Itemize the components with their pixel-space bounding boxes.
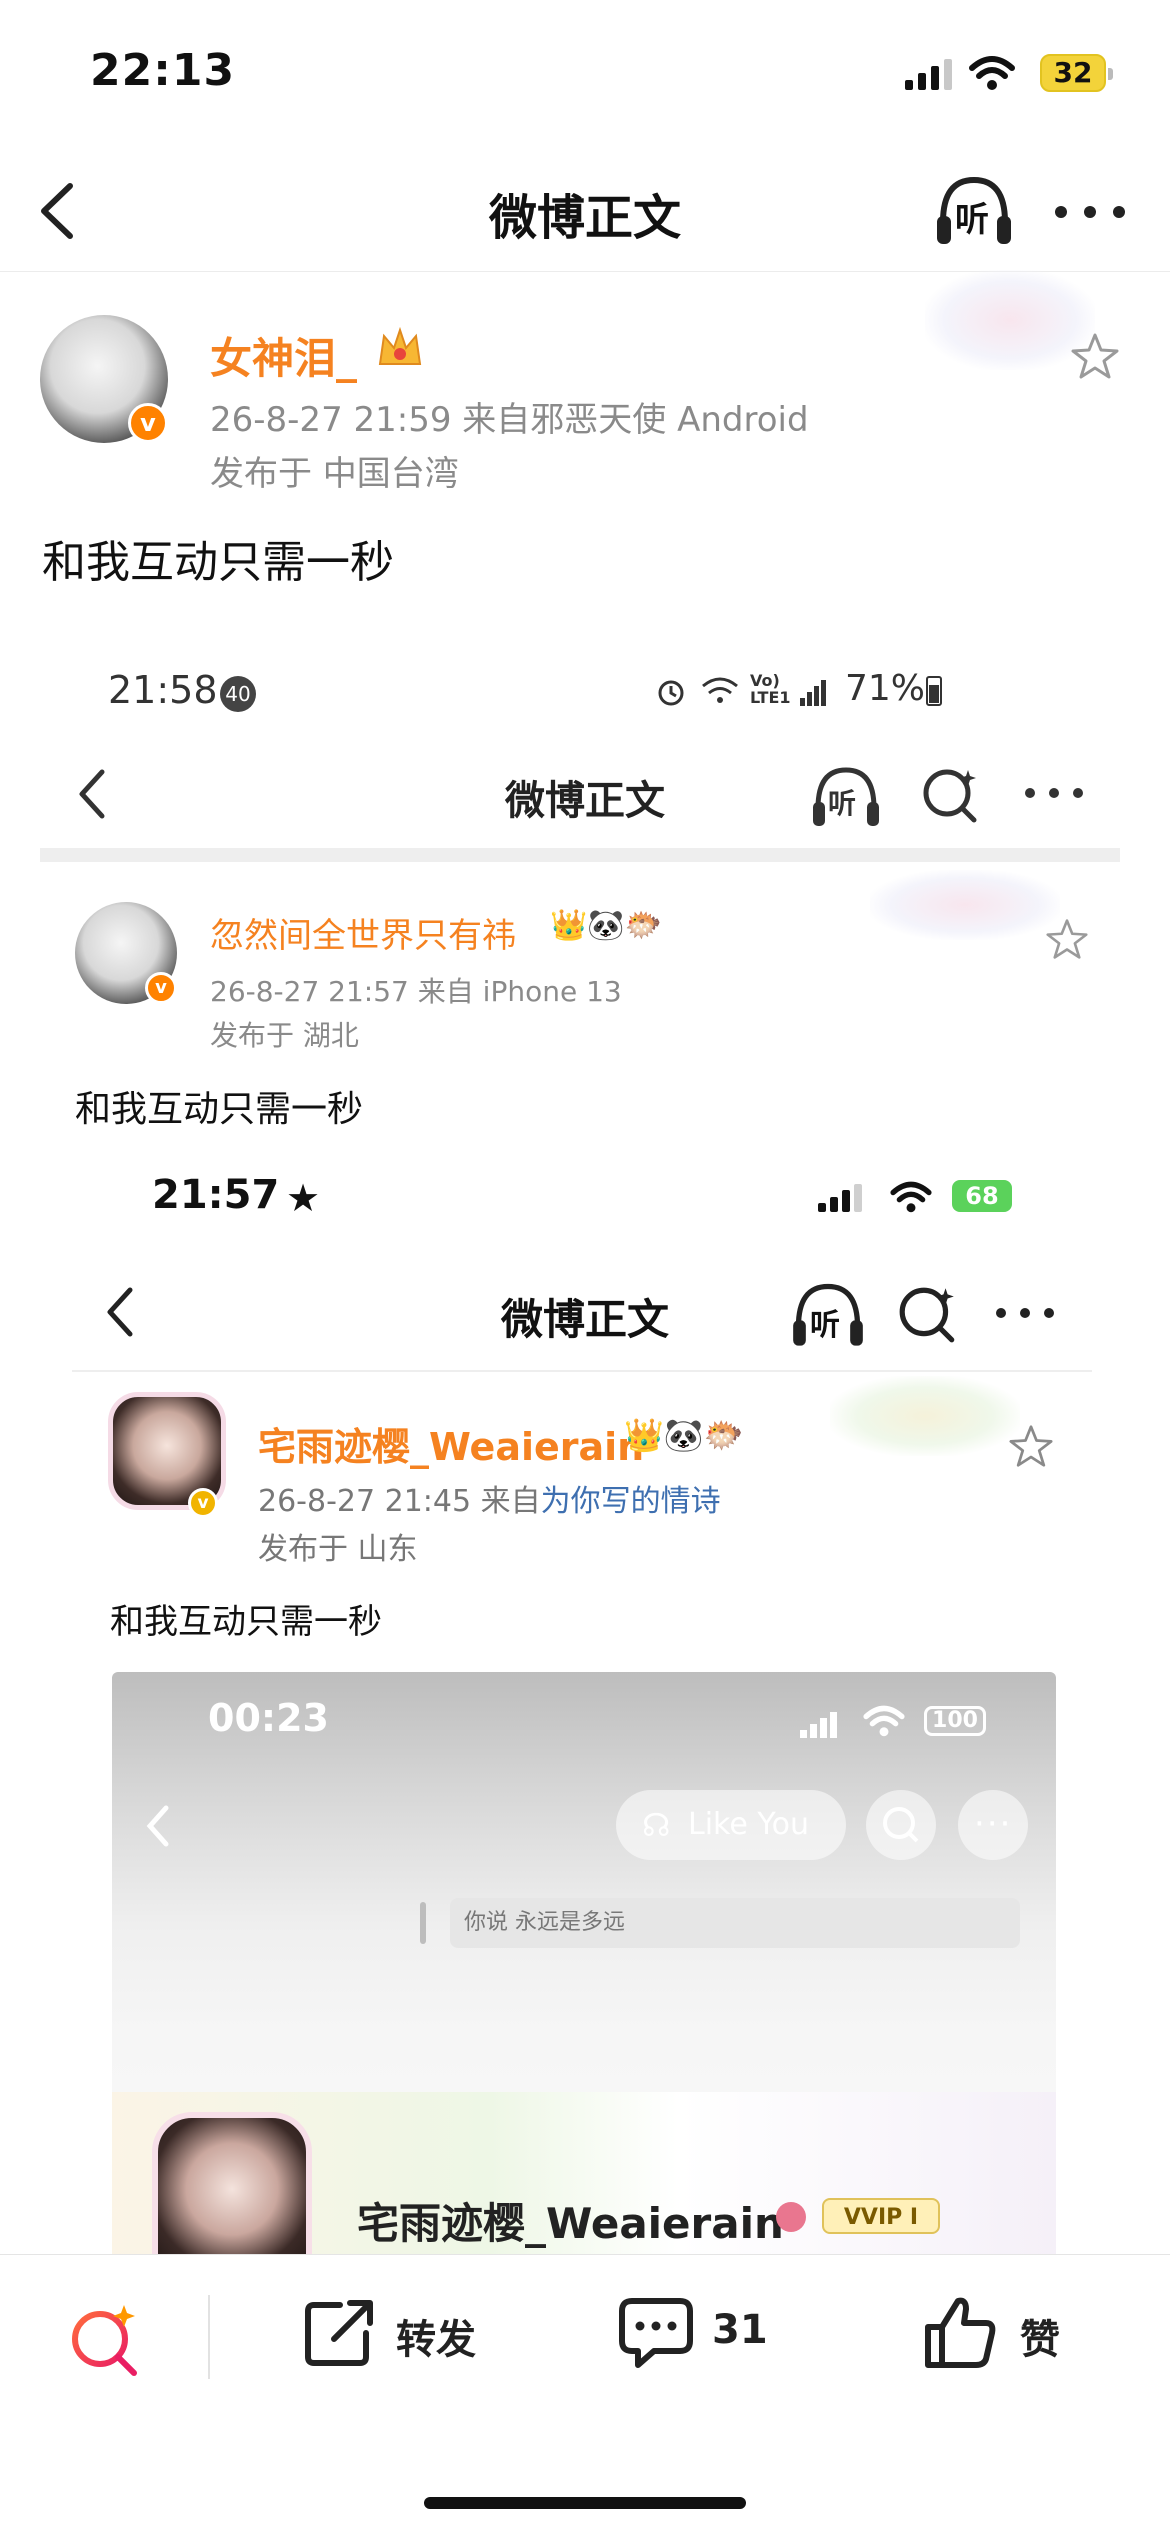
nested1-divider <box>40 848 1120 862</box>
post-body-text: 和我互动只需一秒 <box>42 537 394 588</box>
nested1-badge-icons: 👑🐼🐡 <box>550 908 663 943</box>
thumbs-up-icon <box>925 2297 996 2368</box>
nested1-notification-count: 40 <box>220 676 256 712</box>
cellular-signal-icon <box>905 59 955 90</box>
nested1-signal-icon <box>800 678 828 706</box>
video-battery: 100 <box>924 1706 986 1736</box>
nested2-meta-source: 为你写的情诗 <box>540 1484 721 1519</box>
nested1-star-icon <box>1046 919 1088 959</box>
nested2-badge-icons: 👑🐼🐡 <box>624 1416 744 1454</box>
nested2-meta-location: 发布于 山东 <box>258 1532 418 1567</box>
video-vip-badge: VVIP I <box>822 2198 940 2234</box>
nested2-username: 宅雨迹樱_Weaierain <box>258 1425 645 1469</box>
bottom-action-bar: 转发 31 赞 <box>0 2254 1170 2532</box>
nested1-card-decoration <box>870 870 1060 940</box>
nested1-meta-time-source: 26-8-27 21:57 来自 iPhone 13 <box>210 975 622 1008</box>
nested1-meta-location: 发布于 湖北 <box>210 1019 359 1052</box>
crown-badge-icon <box>378 326 422 365</box>
nested1-wifi-icon <box>702 677 738 703</box>
video-signal-icon <box>800 1710 840 1738</box>
nested1-username: 忽然间全世界只有祎 <box>210 916 516 956</box>
video-profile-avatar <box>152 2112 312 2272</box>
nested2-star-icon <box>1009 1425 1053 1467</box>
post-meta-location: 发布于 中国台湾 <box>210 454 459 494</box>
nested2-more-icon <box>996 1308 1056 1318</box>
nested1-listen-icon: 听 <box>810 762 882 832</box>
nested1-post-text: 和我互动只需一秒 <box>75 1089 364 1130</box>
video-profile-name: 宅雨迹樱_Weaierain <box>357 2199 784 2248</box>
video-more-circle-icon: ··· <box>958 1790 1028 1860</box>
status-time: 22:13 <box>90 45 236 96</box>
video-status-time: 00:23 <box>208 1696 329 1740</box>
super-search-icon[interactable] <box>66 2301 144 2379</box>
video-pill-label: Like You <box>688 1807 810 1842</box>
nested1-verified-badge-icon: v <box>145 972 177 1004</box>
video-search-circle-icon <box>866 1790 936 1860</box>
listen-button[interactable]: 听 <box>933 172 1015 250</box>
verified-badge-icon: v <box>128 403 168 443</box>
embedded-video-frame[interactable]: 00:23 100 ☊ Like You ··· 你说 永远是多远 宅雨迹樱_W… <box>112 1672 1056 2272</box>
nested1-search-icon <box>923 769 977 823</box>
like-button[interactable]: 赞 <box>920 2285 1120 2385</box>
volte-indicator: Vo) LTE1 <box>750 671 791 707</box>
repost-label: 转发 <box>396 2317 476 2363</box>
wifi-icon <box>969 56 1015 90</box>
repost-icon <box>305 2300 373 2366</box>
nested2-signal-icon <box>818 1184 868 1212</box>
video-back-icon <box>146 1805 169 1847</box>
nested2-nav-title: 微博正文 <box>500 1295 669 1344</box>
top-nav-bar: 微博正文 听 <box>0 150 1170 272</box>
nested2-separator <box>72 1370 1092 1372</box>
nested2-meta-time-source: 26-8-27 21:45 来自为你写的情诗 <box>258 1476 721 1520</box>
comment-count: 31 <box>712 2307 768 2353</box>
nested1-battery-icon <box>926 676 942 706</box>
listen-label: 听 <box>955 200 989 240</box>
nested2-search-icon <box>899 1287 955 1343</box>
nested2-post-text: 和我互动只需一秒 <box>110 1602 382 1642</box>
video-pink-badge-icon <box>776 2202 806 2232</box>
more-options-icon[interactable] <box>1055 206 1125 218</box>
nested2-listen-icon: 听 <box>790 1278 866 1352</box>
nested2-wifi-icon <box>890 1181 932 1213</box>
comment-button[interactable]: 31 <box>616 2285 816 2385</box>
battery-indicator: 32 <box>1040 54 1113 92</box>
video-lyric-bar: 你说 永远是多远 <box>420 1898 1020 1948</box>
status-bar: 22:13 32 <box>0 0 1170 150</box>
home-indicator[interactable] <box>424 2497 746 2509</box>
nested1-more-icon <box>1025 788 1085 798</box>
nested2-card-decoration <box>830 1376 1020 1456</box>
video-like-you-pill: ☊ Like You <box>616 1790 846 1860</box>
nested2-battery: 68 <box>952 1180 1012 1212</box>
nested2-status-time: 21:57 <box>152 1172 280 1218</box>
toolbar-separator <box>208 2295 210 2379</box>
nested2-star-icon-status: ★ <box>286 1176 321 1220</box>
repost-button[interactable]: 转发 <box>300 2285 500 2385</box>
alarm-icon <box>658 680 684 706</box>
nested1-battery-percent: 71% <box>845 668 926 709</box>
comment-icon <box>619 2298 693 2368</box>
like-label: 赞 <box>1020 2317 1060 2363</box>
headphone-small-icon: ☊ <box>642 1806 671 1844</box>
nested2-verified-badge-icon: v <box>188 1488 218 1518</box>
favorite-star-icon[interactable] <box>1070 332 1120 380</box>
post-meta-time-source: 26-8-27 21:59 来自邪恶天使 Android <box>210 400 809 440</box>
author-name[interactable]: 女神泪_ <box>210 325 357 386</box>
nested2-meta-prefix: 26-8-27 21:45 来自 <box>258 1484 541 1519</box>
nested1-nav-title: 微博正文 <box>505 778 665 824</box>
video-wifi-icon <box>863 1705 905 1737</box>
nested1-status-time: 21:58 <box>108 668 218 712</box>
